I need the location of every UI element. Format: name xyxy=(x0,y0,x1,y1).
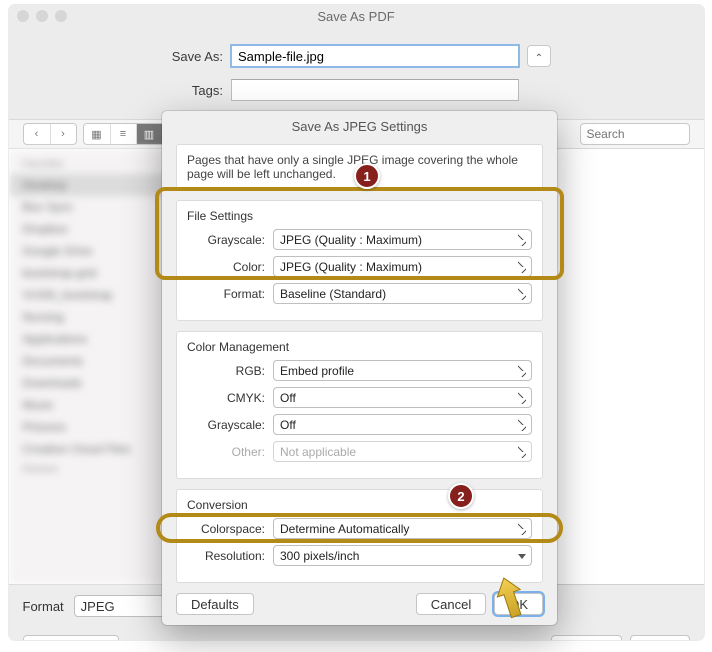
format-value: JPEG xyxy=(81,599,115,614)
forward-icon[interactable]: › xyxy=(50,124,76,144)
rgb-label: RGB: xyxy=(187,364,265,378)
grayscale-label: Grayscale: xyxy=(187,233,265,247)
sidebar-item[interactable]: Documents xyxy=(9,350,174,372)
sidebar-head-favorites: Favorites xyxy=(9,155,174,174)
chevron-up-icon xyxy=(535,51,543,62)
sheet-cancel-button[interactable]: Cancel xyxy=(416,593,486,615)
format-label: Format: xyxy=(187,287,265,301)
color-label: Color: xyxy=(187,260,265,274)
sheet-actions: Defaults Cancel OK xyxy=(162,583,557,615)
cancel-button[interactable]: Cancel xyxy=(551,635,621,640)
tags-input[interactable] xyxy=(231,79,519,101)
other-label: Other: xyxy=(187,445,265,459)
annotation-badge-1: 1 xyxy=(354,163,380,189)
colorspace-label: Colorspace: xyxy=(187,522,265,536)
resolution-select[interactable]: 300 pixels/inch xyxy=(273,545,532,566)
resolution-label: Resolution: xyxy=(187,549,265,563)
save-button[interactable]: Save xyxy=(630,635,690,640)
sidebar-item[interactable]: Google Drive xyxy=(9,240,174,262)
sidebar-item[interactable]: Creative Cloud Files xyxy=(9,438,174,460)
conversion-group: Conversion Colorspace: Determine Automat… xyxy=(176,489,543,583)
new-folder-button[interactable]: New Folder xyxy=(23,635,119,640)
save-as-label: Save As: xyxy=(161,49,223,64)
grayscale-select[interactable]: JPEG (Quality : Maximum) xyxy=(273,229,532,250)
save-as-row: Save As: xyxy=(9,39,704,73)
titlebar: Save As PDF xyxy=(9,5,704,27)
annotation-badge-2: 2 xyxy=(448,483,474,509)
other-select: Not applicable xyxy=(273,441,532,462)
sidebar-item[interactable]: Downloads xyxy=(9,372,174,394)
color-management-group: Color Management RGB: Embed profile CMYK… xyxy=(176,331,543,479)
expand-button[interactable] xyxy=(527,45,551,67)
sidebar-item[interactable]: Applications xyxy=(9,328,174,350)
sidebar-item[interactable]: Dropbox xyxy=(9,218,174,240)
sidebar-item[interactable]: VUSN_bootstrap xyxy=(9,284,174,306)
tags-label: Tags: xyxy=(161,83,223,98)
format-select-sheet[interactable]: Baseline (Standard) xyxy=(273,283,532,304)
sidebar-item[interactable]: Desktop xyxy=(9,174,174,196)
column-view-icon[interactable]: ▥ xyxy=(136,124,162,144)
icon-view-icon[interactable]: ▦ xyxy=(84,124,110,144)
nav-back-forward[interactable]: ‹ › xyxy=(23,123,77,145)
conversion-title: Conversion xyxy=(187,498,532,512)
sheet-title: Save As JPEG Settings xyxy=(162,111,557,144)
sidebar-item[interactable]: Pictures xyxy=(9,416,174,438)
sidebar-item[interactable]: Box Sync xyxy=(9,196,174,218)
sidebar[interactable]: Favorites Desktop Box Sync Dropbox Googl… xyxy=(9,149,174,584)
sidebar-head-devices: Devices xyxy=(9,460,174,479)
tags-row: Tags: xyxy=(9,73,704,107)
color-select[interactable]: JPEG (Quality : Maximum) xyxy=(273,256,532,277)
rgb-select[interactable]: Embed profile xyxy=(273,360,532,381)
defaults-button[interactable]: Defaults xyxy=(176,593,254,615)
jpeg-settings-sheet: Save As JPEG Settings Pages that have on… xyxy=(162,111,557,625)
grayscale-cm-select[interactable]: Off xyxy=(273,414,532,435)
save-as-input[interactable] xyxy=(231,45,519,67)
file-settings-title: File Settings xyxy=(187,209,532,223)
colorspace-select[interactable]: Determine Automatically xyxy=(273,518,532,539)
sidebar-item[interactable]: Music xyxy=(9,394,174,416)
ok-button[interactable]: OK xyxy=(494,593,543,615)
back-icon[interactable]: ‹ xyxy=(24,124,50,144)
cmyk-select[interactable]: Off xyxy=(273,387,532,408)
format-label: Format xyxy=(23,599,64,614)
search-input[interactable] xyxy=(580,123,690,145)
file-settings-group: File Settings Grayscale: JPEG (Quality :… xyxy=(176,200,543,321)
cmyk-label: CMYK: xyxy=(187,391,265,405)
sidebar-item[interactable]: Nursing xyxy=(9,306,174,328)
window-title: Save As PDF xyxy=(9,9,704,24)
action-bar: New Folder Cancel Save xyxy=(9,627,704,640)
list-view-icon[interactable]: ≡ xyxy=(110,124,136,144)
sidebar-item[interactable]: bootstrap-grid xyxy=(9,262,174,284)
color-management-title: Color Management xyxy=(187,340,532,354)
grayscale-cm-label: Grayscale: xyxy=(187,418,265,432)
